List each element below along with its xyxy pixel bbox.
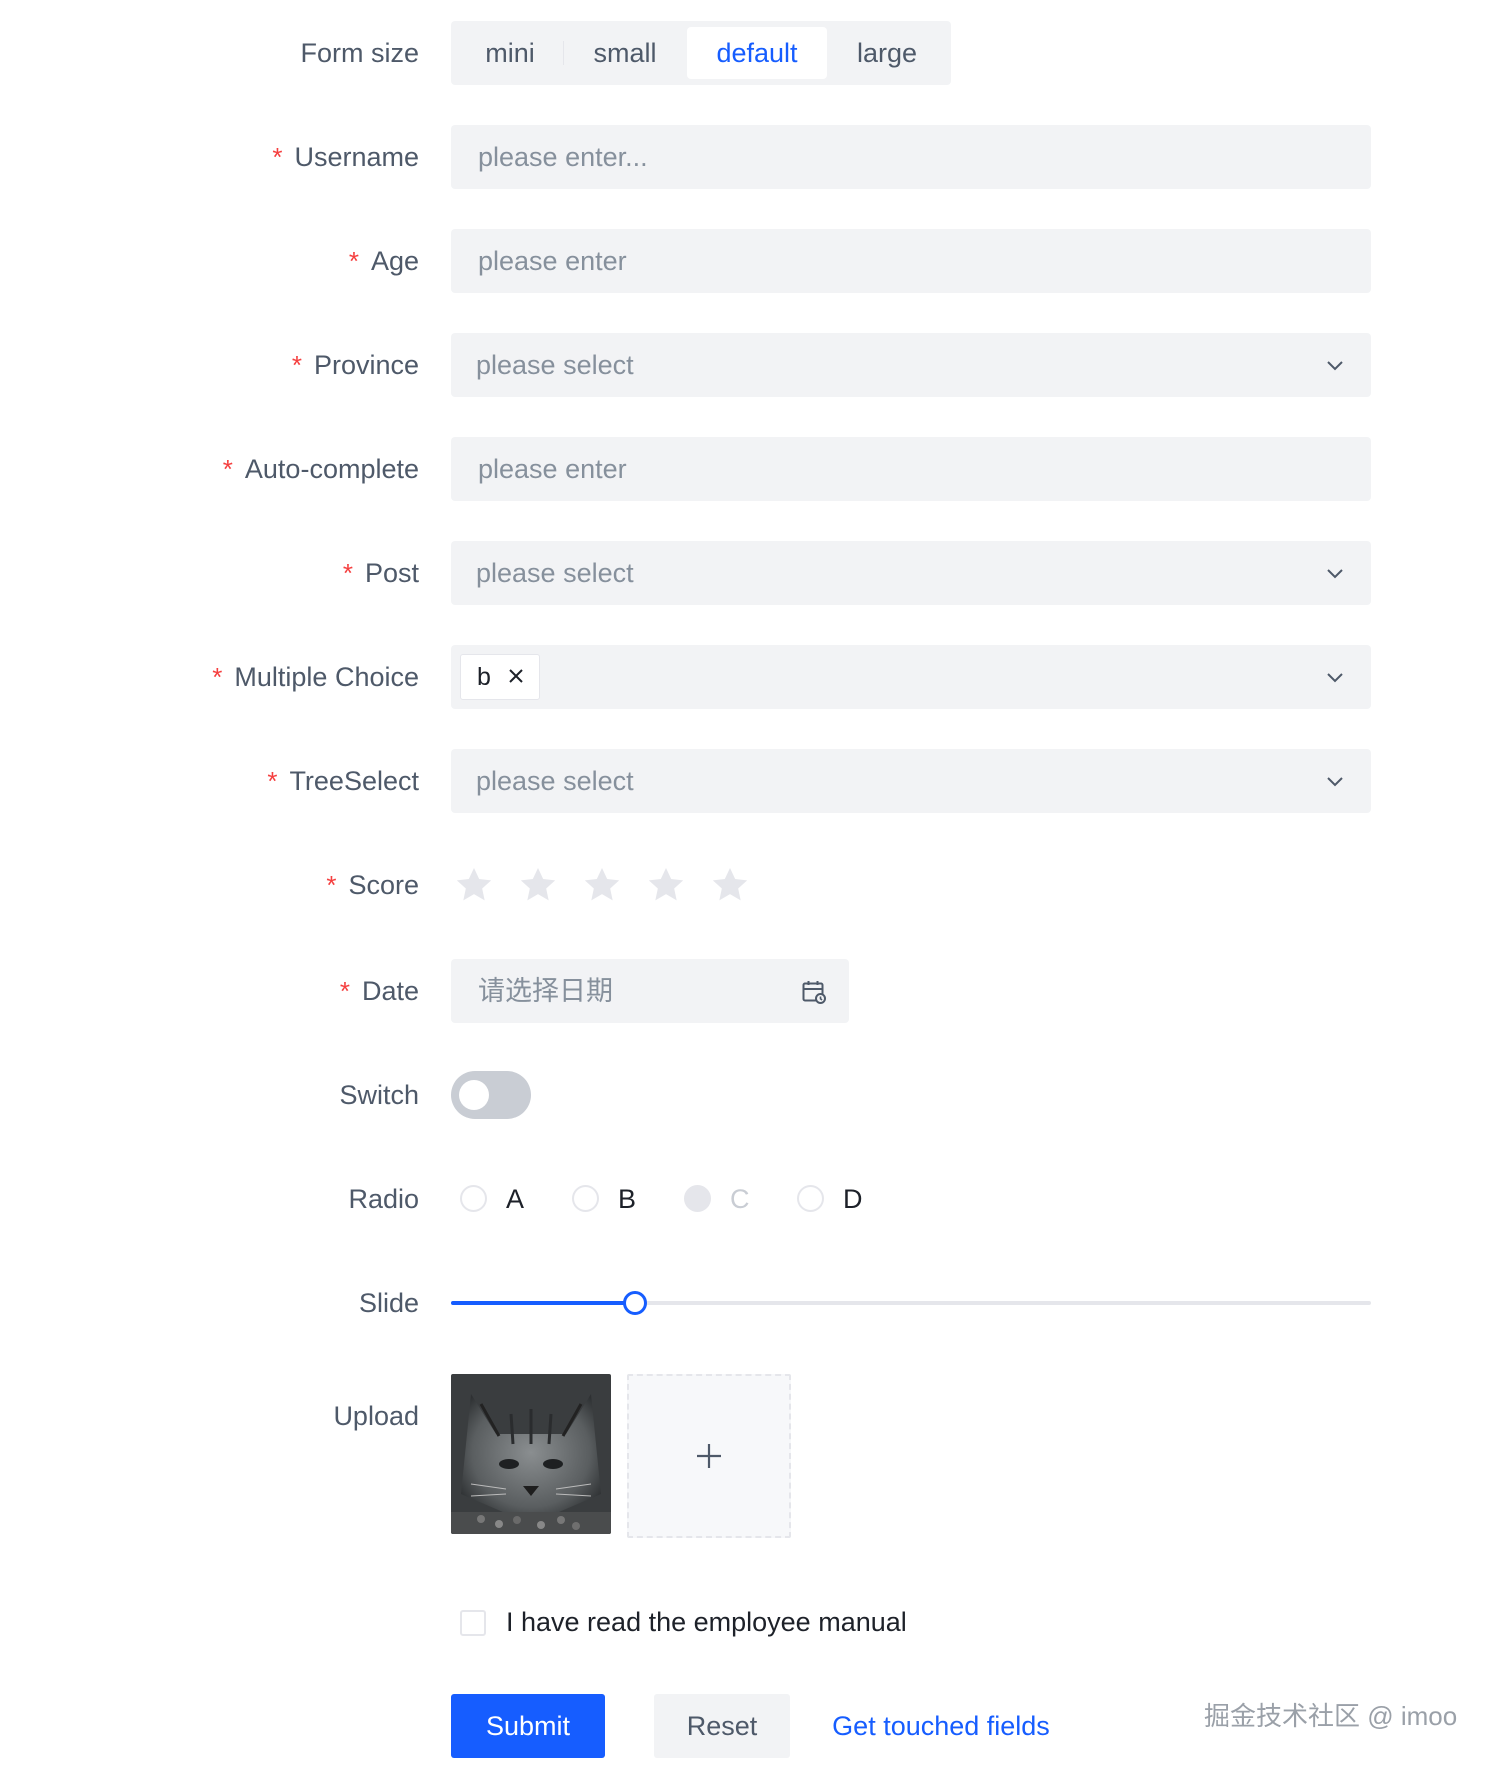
checkbox-box[interactable] bbox=[460, 1610, 486, 1636]
star-icon[interactable] bbox=[518, 865, 558, 905]
treeselect-label: * TreeSelect bbox=[267, 766, 419, 796]
reset-button[interactable]: Reset bbox=[654, 1694, 790, 1758]
upload-label: Upload bbox=[333, 1401, 419, 1431]
score-label: * Score bbox=[326, 870, 419, 900]
slider-fill bbox=[451, 1301, 635, 1305]
agreement-label: I have read the employee manual bbox=[506, 1607, 907, 1637]
date-placeholder: 请选择日期 bbox=[478, 976, 613, 1007]
date-label: * Date bbox=[339, 976, 419, 1006]
chevron-down-icon bbox=[1327, 777, 1343, 787]
radio-circle bbox=[460, 1185, 487, 1212]
switch-label: Switch bbox=[339, 1080, 419, 1110]
star-icon[interactable] bbox=[710, 865, 750, 905]
star-icon[interactable] bbox=[582, 865, 622, 905]
radio-circle bbox=[684, 1185, 711, 1212]
form-size-option-large[interactable]: large bbox=[829, 27, 945, 79]
radio-circle bbox=[572, 1185, 599, 1212]
switch-knob bbox=[459, 1080, 489, 1110]
age-input[interactable]: please enter bbox=[451, 229, 1371, 293]
slide-label: Slide bbox=[358, 1288, 419, 1318]
post-placeholder: please select bbox=[476, 558, 634, 588]
plus-icon bbox=[697, 1444, 721, 1468]
post-select[interactable]: please select bbox=[451, 541, 1371, 605]
autocomplete-input[interactable]: please enter bbox=[451, 437, 1371, 501]
province-select[interactable]: please select bbox=[451, 333, 1371, 397]
treeselect-select[interactable]: please select bbox=[451, 749, 1371, 813]
province-placeholder: please select bbox=[476, 350, 634, 380]
chevron-down-icon bbox=[1327, 361, 1343, 371]
slider[interactable] bbox=[451, 1271, 1371, 1335]
radio-row: Radio A B C D bbox=[0, 1167, 1496, 1231]
toggle-switch[interactable] bbox=[451, 1071, 531, 1119]
radio-circle bbox=[797, 1185, 824, 1212]
score-row: * Score bbox=[0, 853, 1496, 917]
close-icon[interactable] bbox=[506, 666, 526, 686]
agreement-checkbox[interactable]: I have read the employee manual bbox=[451, 1590, 1051, 1654]
uploaded-image-thumbnail[interactable] bbox=[451, 1374, 611, 1534]
username-input[interactable]: please enter... bbox=[451, 125, 1371, 189]
form-size-radio-group: mini small default large bbox=[451, 21, 951, 85]
age-row: * Age please enter bbox=[0, 229, 1496, 293]
username-row: * Username please enter... bbox=[0, 125, 1496, 189]
treeselect-placeholder: please select bbox=[476, 766, 634, 796]
date-picker[interactable]: 请选择日期 bbox=[451, 959, 849, 1023]
province-label: * Province bbox=[291, 350, 419, 380]
autocomplete-row: * Auto-complete please enter bbox=[0, 437, 1496, 501]
province-row: * Province please select bbox=[0, 333, 1496, 397]
calendar-icon bbox=[802, 981, 826, 1004]
slider-thumb[interactable] bbox=[623, 1291, 647, 1315]
form-size-option-mini[interactable]: mini bbox=[457, 27, 563, 79]
treeselect-row: * TreeSelect please select bbox=[0, 749, 1496, 813]
radio-label: Radio bbox=[348, 1184, 419, 1214]
chevron-down-icon bbox=[1327, 673, 1343, 683]
chevron-down-icon bbox=[1327, 569, 1343, 579]
upload-add-button[interactable]: + bbox=[627, 1374, 791, 1538]
date-row: * Date 请选择日期 bbox=[0, 959, 1496, 1023]
autocomplete-label: * Auto-complete bbox=[222, 454, 419, 484]
age-label: * Age bbox=[348, 246, 419, 276]
form-size-group: mini small default large bbox=[451, 21, 951, 85]
switch-row: Switch bbox=[0, 1063, 1496, 1127]
agreement-row: I have read the employee manual bbox=[0, 1590, 1496, 1654]
form-size-row: Form size mini small default large bbox=[0, 21, 1496, 85]
submit-button[interactable]: Submit bbox=[451, 1694, 605, 1758]
multiple-choice-select[interactable]: b bbox=[451, 645, 1371, 709]
star-icon[interactable] bbox=[646, 865, 686, 905]
username-label: * Username bbox=[272, 142, 419, 172]
form-size-option-default[interactable]: default bbox=[687, 27, 827, 79]
cat-image bbox=[451, 1374, 611, 1534]
post-label: * Post bbox=[342, 558, 419, 588]
multiple-choice-label: * Multiple Choice bbox=[212, 662, 419, 692]
get-touched-fields-button[interactable]: Get touched fields bbox=[816, 1694, 1066, 1758]
tag-label: b bbox=[477, 663, 491, 691]
form-size-option-small[interactable]: small bbox=[564, 27, 686, 79]
multiple-choice-row: * Multiple Choice b bbox=[0, 645, 1496, 709]
form-size-label: Form size bbox=[300, 38, 419, 68]
slider-track[interactable] bbox=[451, 1291, 1371, 1315]
selected-tag: b bbox=[460, 654, 540, 700]
slide-row: Slide bbox=[0, 1271, 1496, 1335]
rating bbox=[451, 853, 771, 917]
star-icon[interactable] bbox=[454, 865, 494, 905]
watermark: 掘金技术社区 @ imoo bbox=[1204, 1701, 1458, 1731]
upload-row: Upload bbox=[0, 1374, 1496, 1544]
post-row: * Post please select bbox=[0, 541, 1496, 605]
